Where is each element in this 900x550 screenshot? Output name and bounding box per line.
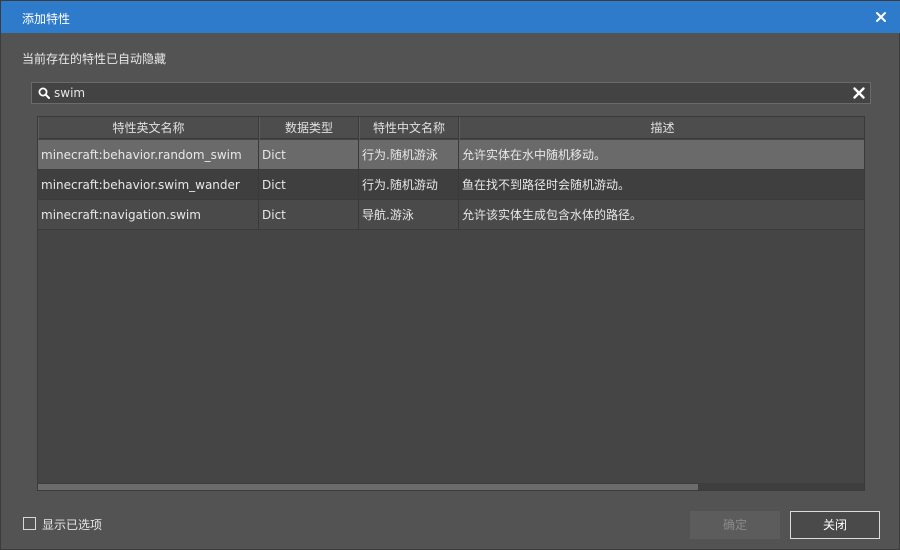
cell-chinese-name: 行为.随机游动	[359, 170, 459, 200]
column-header-description[interactable]: 描述	[459, 117, 864, 139]
hidden-features-hint: 当前存在的特性已自动隐藏	[22, 52, 167, 66]
add-feature-dialog: 添加特性 当前存在的特性已自动隐藏 特性英文名称 数据类型 特性中文名称 描述	[0, 0, 900, 550]
horizontal-scrollbar[interactable]	[38, 483, 864, 490]
show-selected-label: 显示已选项	[42, 518, 103, 532]
title-bar: 添加特性	[1, 1, 900, 33]
search-icon	[38, 87, 50, 99]
cell-english-name: minecraft:behavior.swim_wander	[38, 170, 259, 200]
cell-chinese-name: 导航.游泳	[359, 200, 459, 230]
column-header-chinese-name[interactable]: 特性中文名称	[359, 117, 459, 139]
cell-english-name: minecraft:navigation.swim	[38, 200, 259, 230]
search-box	[31, 82, 871, 104]
close-button[interactable]: 关闭	[790, 511, 880, 539]
clear-icon[interactable]	[852, 86, 866, 100]
cell-description: 允许实体在水中随机移动。	[459, 140, 864, 170]
column-header-english-name[interactable]: 特性英文名称	[38, 117, 259, 139]
window-title: 添加特性	[22, 12, 71, 26]
confirm-button[interactable]: 确定	[690, 511, 780, 539]
feature-table: 特性英文名称 数据类型 特性中文名称 描述 minecraft:behavior…	[37, 116, 865, 491]
scrollbar-thumb[interactable]	[38, 484, 698, 490]
cell-description: 允许该实体生成包含水体的路径。	[459, 200, 864, 230]
cell-chinese-name: 行为.随机游泳	[359, 140, 459, 170]
show-selected-checkbox[interactable]	[23, 517, 36, 530]
cell-data-type: Dict	[259, 140, 359, 170]
column-header-data-type[interactable]: 数据类型	[259, 117, 359, 139]
cell-data-type: Dict	[259, 170, 359, 200]
cell-data-type: Dict	[259, 200, 359, 230]
cell-description: 鱼在找不到路径时会随机游动。	[459, 170, 864, 200]
table-row[interactable]: minecraft:behavior.random_swim Dict 行为.随…	[38, 140, 864, 170]
close-icon[interactable]	[873, 9, 889, 25]
table-row[interactable]: minecraft:behavior.swim_wander Dict 行为.随…	[38, 170, 864, 200]
table-header: 特性英文名称 数据类型 特性中文名称 描述	[38, 117, 864, 139]
search-input[interactable]	[54, 85, 844, 101]
table-row[interactable]: minecraft:navigation.swim Dict 导航.游泳 允许该…	[38, 200, 864, 230]
cell-english-name: minecraft:behavior.random_swim	[38, 140, 259, 170]
